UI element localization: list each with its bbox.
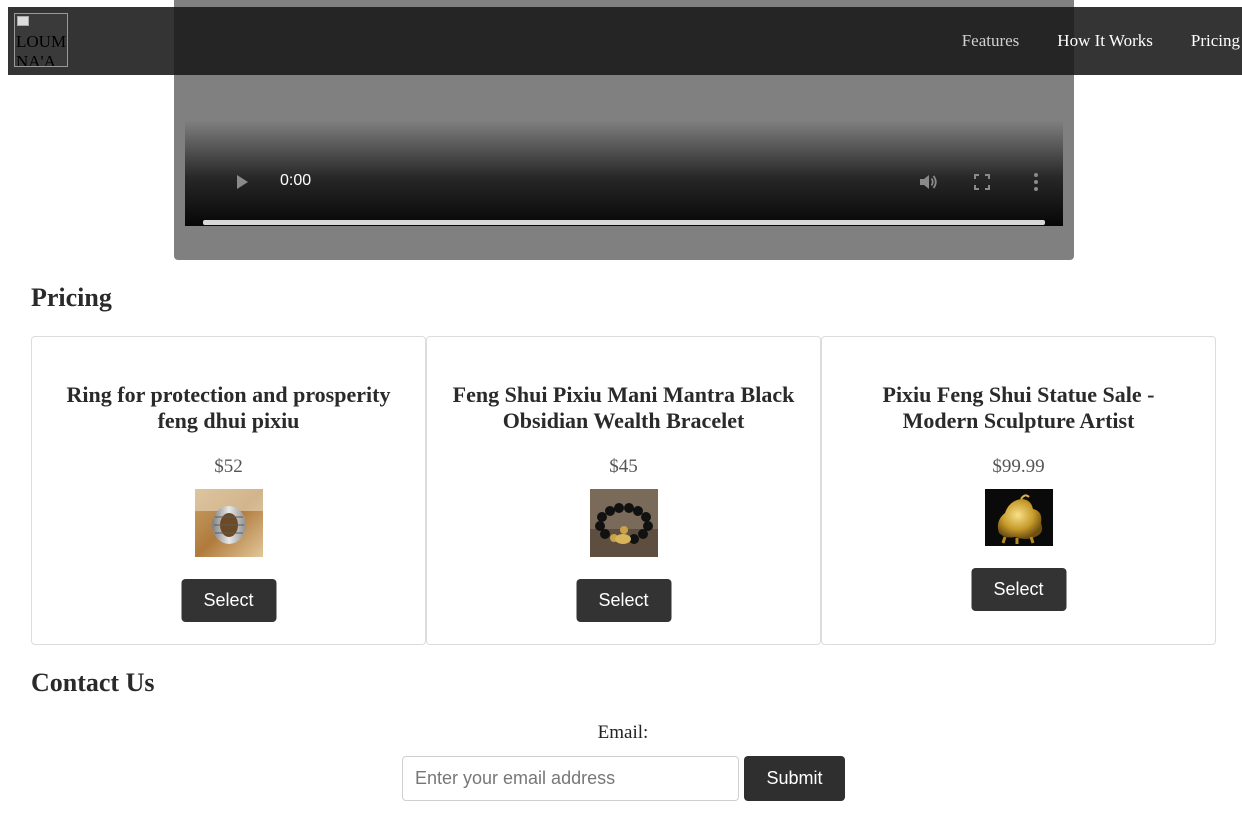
product-image-ring [194, 489, 263, 557]
email-field[interactable] [402, 756, 739, 801]
product-card: Ring for protection and prosperity feng … [31, 336, 426, 645]
product-title: Feng Shui Pixiu Mani Mantra Black Obsidi… [452, 382, 795, 433]
top-navbar: LOUMNA'A Features How It Works Pricing [8, 7, 1242, 75]
pricing-cards: Ring for protection and prosperity feng … [31, 336, 1216, 645]
more-options-icon[interactable] [1033, 172, 1039, 192]
product-price: $99.99 [992, 456, 1045, 477]
submit-button[interactable]: Submit [744, 756, 845, 801]
volume-icon[interactable] [918, 173, 938, 191]
nav-link-pricing[interactable]: Pricing [1191, 31, 1240, 51]
nav-links: Features How It Works Pricing [924, 7, 1240, 75]
select-button[interactable]: Select [181, 579, 276, 622]
product-price: $45 [609, 456, 638, 477]
product-title: Pixiu Feng Shui Statue Sale - Modern Scu… [882, 382, 1155, 433]
logo-alt-text: LOUMNA'A [16, 32, 67, 67]
select-button[interactable]: Select [971, 568, 1066, 611]
product-card: Pixiu Feng Shui Statue Sale - Modern Scu… [821, 336, 1216, 645]
video-controls: 0:00 [185, 160, 1063, 204]
product-image-statue [984, 489, 1053, 546]
product-image-bracelet [589, 489, 658, 557]
broken-image-icon [17, 16, 29, 26]
email-label: Email: [597, 722, 649, 743]
play-icon[interactable] [237, 175, 248, 189]
logo[interactable]: LOUMNA'A [14, 13, 68, 67]
contact-heading: Contact Us [31, 668, 155, 697]
pricing-heading: Pricing [31, 283, 112, 312]
select-button[interactable]: Select [576, 579, 671, 622]
product-price: $52 [214, 456, 243, 477]
video-current-time: 0:00 [280, 172, 312, 189]
video-progress-bar[interactable] [203, 220, 1045, 225]
nav-link-features[interactable]: Features [962, 31, 1020, 51]
product-card: Feng Shui Pixiu Mani Mantra Black Obsidi… [426, 336, 821, 645]
product-title: Ring for protection and prosperity feng … [66, 382, 391, 433]
fullscreen-icon[interactable] [974, 174, 990, 190]
nav-link-how-it-works[interactable]: How It Works [1057, 31, 1153, 51]
